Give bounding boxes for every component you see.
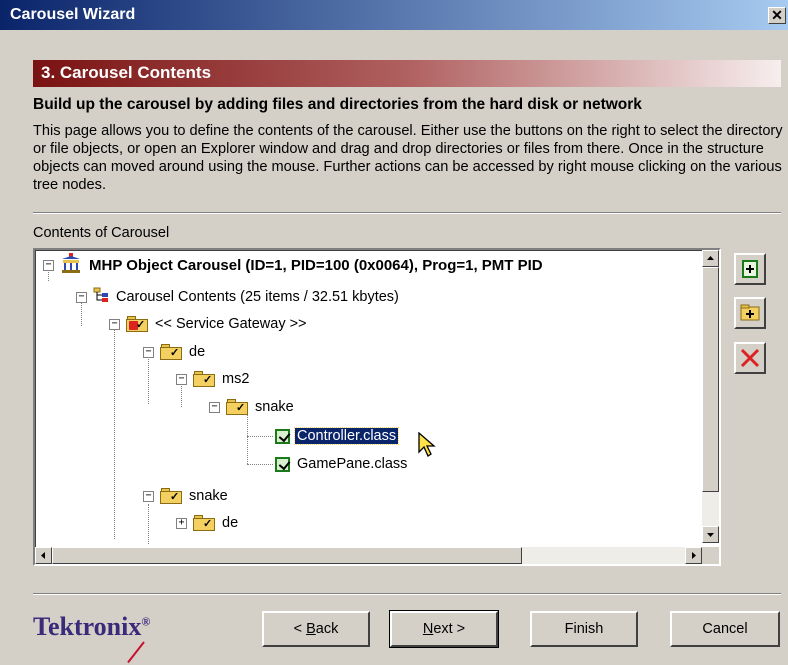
logo-accent: [127, 641, 145, 664]
add-file-button[interactable]: [734, 253, 766, 285]
add-directory-icon: [740, 304, 760, 321]
close-icon: ✕: [771, 7, 783, 23]
carousel-tree[interactable]: − MHP Object Carousel (ID=1, PID=100 (0x…: [33, 248, 721, 566]
class-file-icon: [275, 456, 290, 472]
divider-bottom: [33, 593, 781, 595]
collapse-toggle[interactable]: −: [43, 259, 54, 271]
folder-icon: ✓: [160, 344, 182, 360]
tree-connector: [247, 464, 273, 465]
back-prefix: <: [293, 621, 307, 637]
title-bar: Carousel Wizard ✕: [0, 0, 788, 30]
mouse-pointer-icon: [418, 432, 436, 457]
close-button[interactable]: ✕: [768, 7, 786, 24]
tree-node-label: snake: [189, 488, 228, 504]
structure-icon: [93, 287, 109, 307]
scroll-thumb[interactable]: [702, 267, 719, 492]
collapse-toggle[interactable]: −: [143, 346, 154, 358]
tree-node-label: << Service Gateway >>: [155, 316, 307, 332]
folder-icon: ✓: [193, 371, 215, 387]
folder-icon: ✓: [160, 488, 182, 504]
tree-node-label: snake: [255, 399, 294, 415]
arrow-right-icon: [692, 552, 696, 559]
class-file-icon: [275, 428, 290, 444]
scroll-right-button[interactable]: [685, 547, 702, 564]
back-mnemonic: B: [306, 621, 316, 637]
step-description: This page allows you to define the conte…: [33, 123, 783, 193]
divider: [33, 212, 781, 214]
tree-node-carousel[interactable]: − MHP Object Carousel (ID=1, PID=100 (0x…: [43, 253, 545, 277]
arrow-down-icon: [707, 533, 714, 537]
next-mnemonic: N: [422, 621, 434, 637]
tree-node-label: de: [222, 515, 239, 531]
back-label: ack: [315, 621, 339, 637]
collapse-toggle[interactable]: −: [143, 490, 154, 502]
delete-icon: [740, 348, 760, 368]
scroll-corner: [702, 547, 719, 564]
step-title: 3. Carousel Contents: [41, 63, 212, 82]
expand-toggle[interactable]: +: [176, 517, 187, 529]
tree-node-carousel-contents[interactable]: − Carousel Contents (25 items / 32.51 kb…: [76, 286, 401, 308]
step-subtitle: Build up the carousel by adding files an…: [33, 96, 642, 113]
collapse-toggle[interactable]: −: [209, 401, 220, 413]
add-directory-button[interactable]: [734, 297, 766, 329]
collapse-toggle[interactable]: −: [109, 318, 120, 330]
tree-connector: [247, 436, 273, 437]
scroll-thumb-horizontal[interactable]: [52, 547, 522, 564]
collapse-toggle[interactable]: −: [176, 373, 187, 385]
tree-connector: [148, 504, 149, 544]
tree-node-controller-class[interactable]: Controller.class: [275, 425, 400, 447]
scroll-left-button[interactable]: [35, 547, 52, 564]
horizontal-scrollbar[interactable]: [35, 547, 702, 564]
delete-button[interactable]: [734, 342, 766, 374]
cancel-label: Cancel: [702, 621, 748, 637]
tree-node-service-gateway[interactable]: − ✓ << Service Gateway >>: [109, 313, 309, 335]
tree-node-snake-root[interactable]: − ✓ snake: [143, 485, 230, 507]
tektronix-logo: Tektronix®: [33, 612, 150, 642]
add-file-icon: [742, 260, 758, 278]
tree-node-label: GamePane.class: [297, 456, 408, 472]
registered-mark: ®: [141, 614, 151, 629]
next-button[interactable]: Next >: [389, 610, 499, 648]
finish-label: Finish: [564, 621, 604, 637]
carousel-icon: [60, 253, 82, 277]
tree-node-label: Carousel Contents (25 items / 32.51 kbyt…: [116, 289, 399, 305]
window-title: Carousel Wizard: [10, 6, 136, 23]
tree-connector: [114, 321, 115, 539]
next-suffix: >: [452, 621, 466, 637]
tree-node-ms2[interactable]: − ✓ ms2: [176, 368, 251, 390]
arrow-up-icon: [707, 256, 714, 260]
folder-icon: ✓: [193, 515, 215, 531]
folder-icon: ✓: [226, 399, 248, 415]
cancel-button[interactable]: Cancel: [670, 611, 780, 647]
finish-button[interactable]: Finish: [530, 611, 638, 647]
contents-label: Contents of Carousel: [33, 225, 170, 241]
folder-icon: ✓: [126, 316, 148, 332]
collapse-toggle[interactable]: −: [76, 291, 87, 303]
tree-node-label: de: [189, 344, 206, 360]
vertical-scrollbar[interactable]: [702, 250, 719, 543]
step-header: 3. Carousel Contents: [33, 60, 781, 87]
tree-node-gamepane-class[interactable]: GamePane.class: [275, 453, 409, 475]
next-label: ext: [433, 621, 453, 637]
back-button[interactable]: < Back: [262, 611, 370, 647]
tree-node-label: MHP Object Carousel (ID=1, PID=100 (0x00…: [89, 256, 543, 274]
tree-node-snake[interactable]: − ✓ snake: [209, 396, 296, 418]
tree-node-de-2[interactable]: + ✓ de: [176, 512, 240, 534]
tree-node-label: ms2: [222, 371, 250, 387]
scroll-down-button[interactable]: [702, 526, 719, 543]
brand-name: Tektronix: [33, 612, 142, 641]
tree-connector: [247, 412, 248, 464]
scroll-up-button[interactable]: [702, 250, 719, 267]
arrow-left-icon: [41, 552, 45, 559]
tree-node-label: Controller.class: [293, 427, 400, 445]
tree-node-de[interactable]: − ✓ de: [143, 341, 207, 363]
